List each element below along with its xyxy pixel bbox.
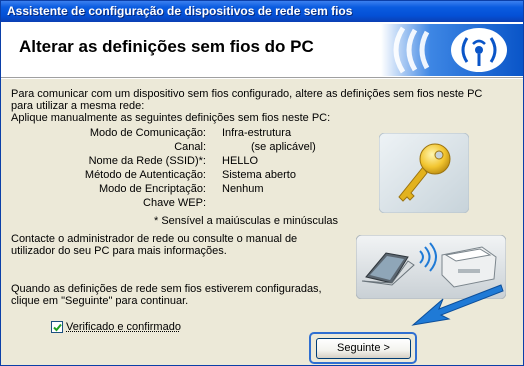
- setting-value: (se aplicável): [251, 141, 316, 153]
- key-icon: [379, 133, 469, 213]
- confirm-checkbox-label[interactable]: Verificado e confirmado: [66, 321, 181, 333]
- case-sensitive-note: * Sensível a maiúsculas e minúsculas: [154, 215, 339, 227]
- setting-value: Sistema aberto: [222, 169, 296, 181]
- setting-label: Método de Autenticação:: [84, 169, 206, 181]
- wireless-signal-icon: [381, 24, 523, 76]
- setting-value: Nenhum: [222, 183, 264, 195]
- intro-line-2: para utilizar a mesma rede:: [11, 100, 145, 112]
- setting-label: Modo de Encriptação:: [98, 183, 206, 195]
- next-button[interactable]: Seguinte >: [316, 338, 411, 359]
- setting-label: Modo de Comunicação:: [89, 127, 206, 139]
- setting-value: HELLO: [222, 155, 259, 167]
- wizard-window: Assistente de configuração de dispositiv…: [0, 0, 524, 366]
- page-title: Alterar as definições sem fios do PC: [19, 37, 314, 56]
- intro-line-1: Para comunicar com um dispositivo sem fi…: [11, 88, 483, 100]
- setting-value: Infra-estrutura: [222, 127, 292, 139]
- instruction-line-2: clique em "Seguinte" para continuar.: [11, 295, 189, 307]
- confirm-checkbox[interactable]: [51, 321, 63, 333]
- setting-label: Chave WEP:: [143, 197, 206, 209]
- setting-label: Nome da Rede (SSID)*:: [88, 155, 206, 167]
- header-divider-highlight: [1, 78, 523, 79]
- contact-line-2: utilizador do seu PC para mais informaçõ…: [11, 245, 227, 257]
- intro-line-3: Aplique manualmente as seguintes definiç…: [11, 112, 331, 124]
- checkmark-icon: [53, 323, 62, 332]
- contact-line-1: Contacte o administrador de rede ou cons…: [11, 233, 298, 245]
- setting-label: Canal:: [174, 141, 206, 153]
- pointer-arrow-icon: [411, 284, 504, 326]
- instruction-line-1: Quando as definições de rede sem fios es…: [11, 283, 322, 295]
- wizard-header: Alterar as definições sem fios do PC: [1, 22, 523, 77]
- window-titlebar: Assistente de configuração de dispositiv…: [1, 1, 523, 22]
